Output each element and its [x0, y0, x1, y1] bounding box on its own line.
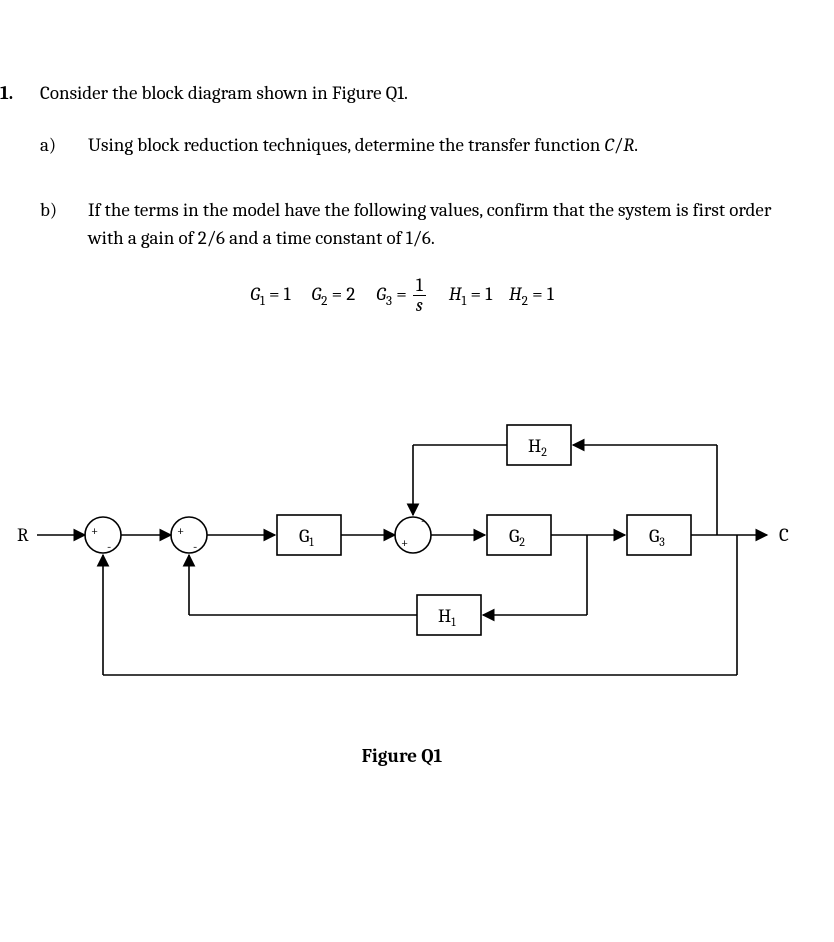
page: 1. Consider the block diagram shown in F…	[0, 0, 834, 807]
block-h2-label: H2	[528, 435, 547, 459]
sum1-plus: +	[91, 524, 98, 539]
block-g2-label: G2	[509, 525, 525, 549]
eq-g3: G3 = 1s	[376, 283, 432, 305]
eq-g1: G1 = 1	[250, 283, 290, 305]
block-diagram: R + - + - G1 + -	[0, 375, 804, 715]
eq-g3-num: 1	[413, 276, 426, 296]
question-number: 1.	[0, 80, 40, 108]
equation-line: G1 = 1 G2 = 2 G3 = 1s H1 = 1 H2 = 1	[0, 276, 804, 315]
block-h1-label: H1	[438, 605, 456, 629]
part-b-label: b)	[0, 197, 88, 252]
question-stem: Consider the block diagram shown in Figu…	[40, 80, 804, 108]
sum2-minus: -	[193, 540, 197, 555]
eq-g2: G2 = 2	[311, 283, 355, 305]
part-a-row: a) Using block reduction techniques, det…	[0, 132, 804, 160]
eq-h2: H2 = 1	[509, 283, 554, 305]
eq-g3-den: s	[413, 296, 426, 315]
input-label: R	[17, 524, 29, 546]
sum3-minus: -	[421, 514, 425, 529]
output-label: C	[779, 524, 789, 546]
question-stem-row: 1. Consider the block diagram shown in F…	[0, 80, 804, 108]
eq-h1: H1 = 1	[449, 283, 492, 305]
sum2-plus: +	[177, 524, 184, 539]
part-b-text: If the terms in the model have the follo…	[88, 197, 804, 252]
figure-caption: Figure Q1	[0, 745, 804, 767]
sum3-plus: +	[401, 536, 408, 551]
block-g1-label: G1	[299, 525, 314, 549]
block-g3-label: G3	[649, 525, 665, 549]
sum1-minus: -	[107, 540, 111, 555]
part-a-label: a)	[0, 132, 88, 160]
part-b-row: b) If the terms in the model have the fo…	[0, 197, 804, 252]
part-a-text: Using block reduction techniques, determ…	[88, 132, 804, 160]
